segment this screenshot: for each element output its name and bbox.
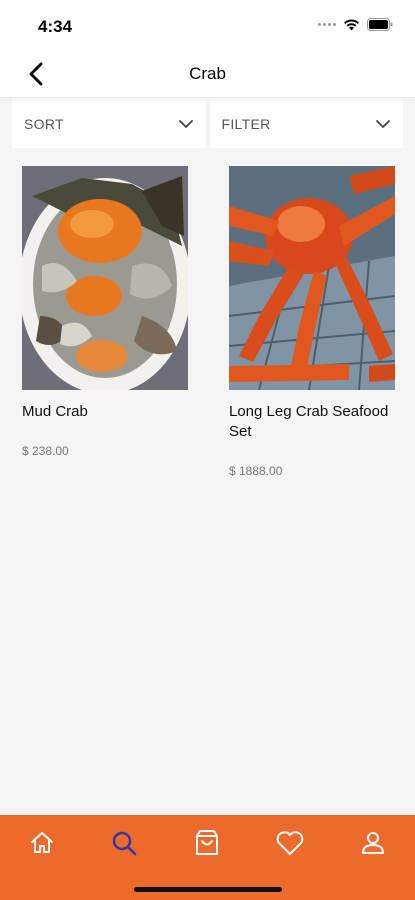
shopping-bag-icon (196, 830, 218, 855)
sort-label: SORT (24, 116, 64, 132)
nav-header: Crab (0, 50, 415, 98)
battery-icon (367, 18, 393, 31)
product-card[interactable]: Long Leg Crab Seafood Set $ 1888.00 (229, 166, 395, 478)
status-time: 4:34 (38, 17, 73, 36)
search-icon (112, 831, 137, 856)
chevron-down-icon (376, 120, 390, 128)
user-icon (362, 832, 384, 854)
nav-wishlist[interactable] (274, 827, 306, 859)
status-bar: 4:34 (0, 0, 415, 50)
sort-dropdown[interactable]: SORT (12, 100, 206, 148)
nav-search[interactable] (108, 827, 140, 859)
sort-filter-bar: SORT FILTER (12, 100, 403, 148)
filter-dropdown[interactable]: FILTER (209, 100, 403, 148)
home-indicator (134, 887, 282, 892)
heart-icon (276, 831, 304, 855)
bottom-nav (0, 815, 415, 900)
home-icon (31, 832, 53, 853)
cellular-signal-icon (318, 23, 336, 26)
king-crab-photo[interactable] (229, 166, 395, 390)
nav-home[interactable] (26, 827, 58, 859)
product-card[interactable]: Mud Crab $ 238.00 (22, 166, 188, 478)
product-name: Mud Crab (22, 403, 88, 420)
filter-label: FILTER (221, 116, 271, 132)
product-price: $ 238.00 (22, 444, 69, 458)
product-price: $ 1888.00 (229, 464, 283, 478)
wifi-icon (344, 19, 359, 31)
nav-cart[interactable] (191, 827, 223, 859)
status-icons (318, 18, 393, 31)
product-name: Long Leg Crab Seafood Set (229, 403, 389, 440)
nav-profile[interactable] (357, 827, 389, 859)
product-grid: Mud Crab $ 238.00 Long Leg Crab Seafood … (22, 166, 395, 478)
mud-crab-photo[interactable] (22, 166, 188, 390)
page-title: Crab (189, 64, 226, 83)
chevron-down-icon (178, 120, 193, 128)
